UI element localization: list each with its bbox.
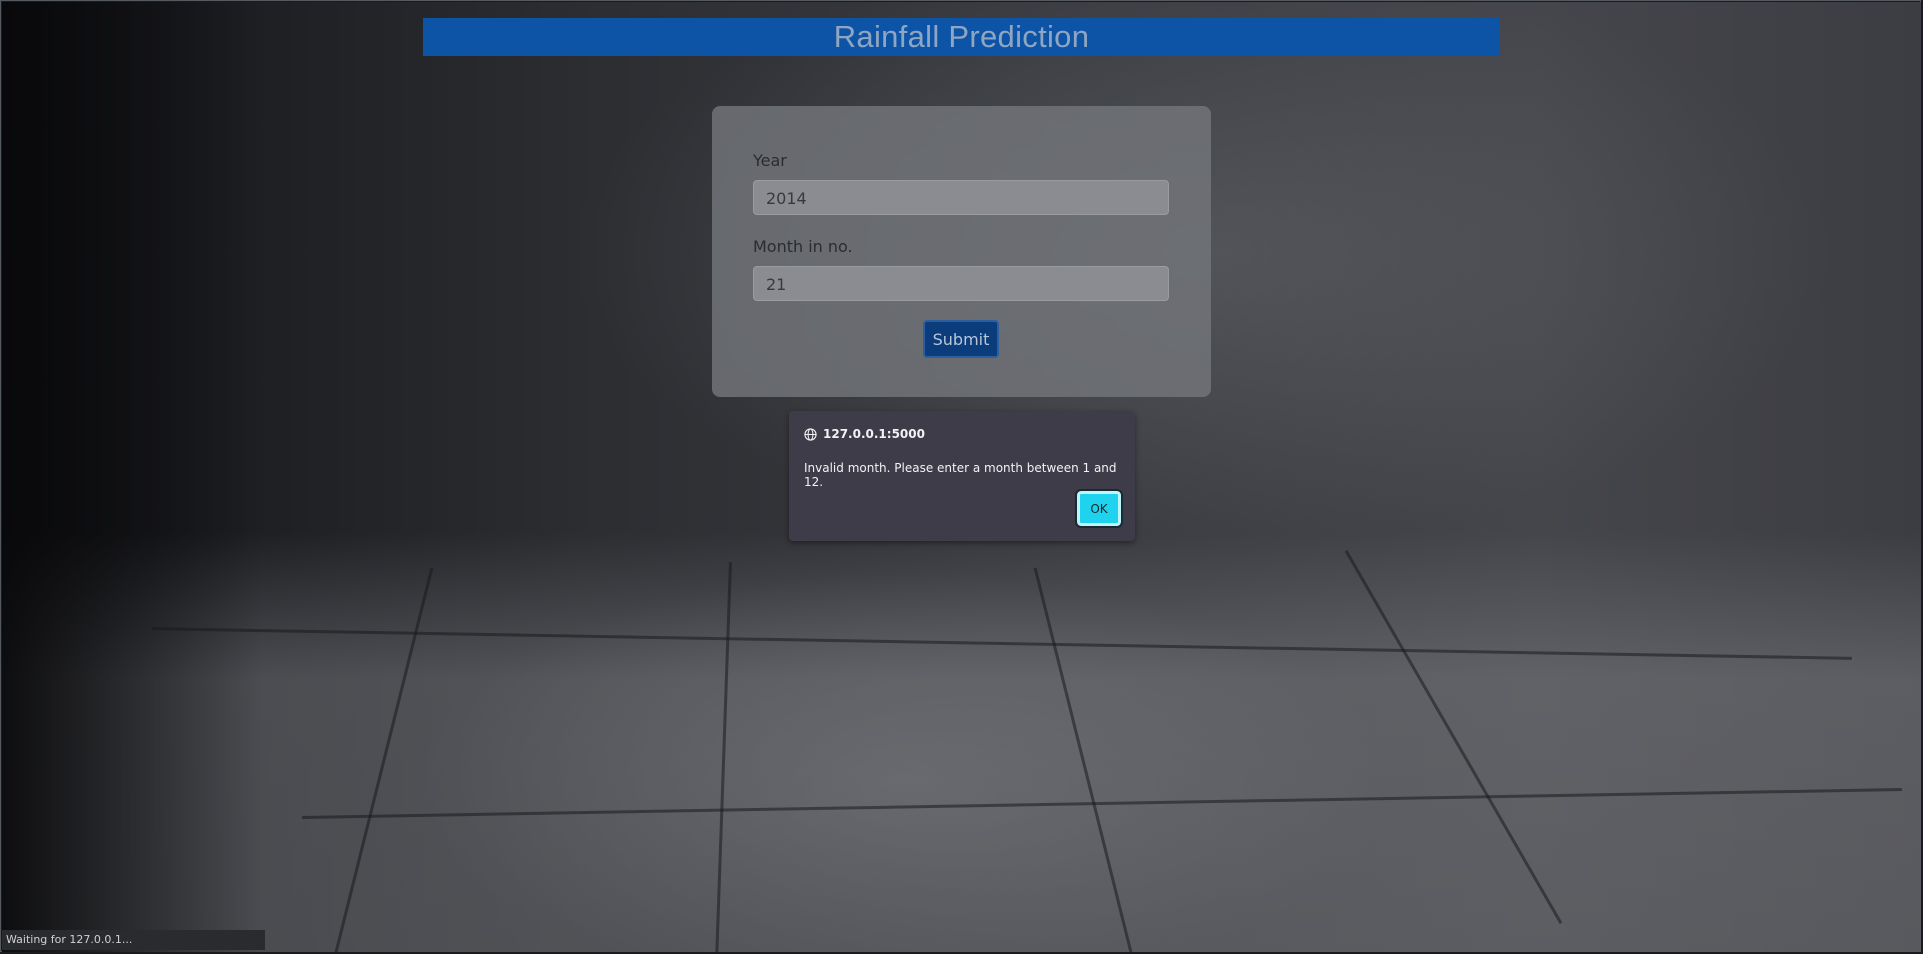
prediction-form: Year 2014 Month in no. 21 Submit — [712, 106, 1211, 397]
year-input[interactable]: 2014 — [753, 180, 1169, 215]
alert-origin-text: 127.0.0.1:5000 — [823, 427, 925, 441]
submit-button[interactable]: Submit — [923, 320, 999, 358]
month-input[interactable]: 21 — [753, 266, 1169, 301]
status-bar: Waiting for 127.0.0.1... — [2, 930, 265, 950]
year-label: Year — [753, 151, 787, 170]
page-header: Rainfall Prediction — [423, 18, 1500, 56]
alert-message: Invalid month. Please enter a month betw… — [804, 461, 1117, 489]
alert-origin: 127.0.0.1:5000 — [804, 427, 925, 441]
alert-dialog: 127.0.0.1:5000 Invalid month. Please ent… — [789, 411, 1135, 541]
month-label: Month in no. — [753, 237, 853, 256]
ok-button[interactable]: OK — [1075, 489, 1123, 528]
page-title: Rainfall Prediction — [833, 19, 1090, 54]
globe-icon — [804, 427, 817, 441]
